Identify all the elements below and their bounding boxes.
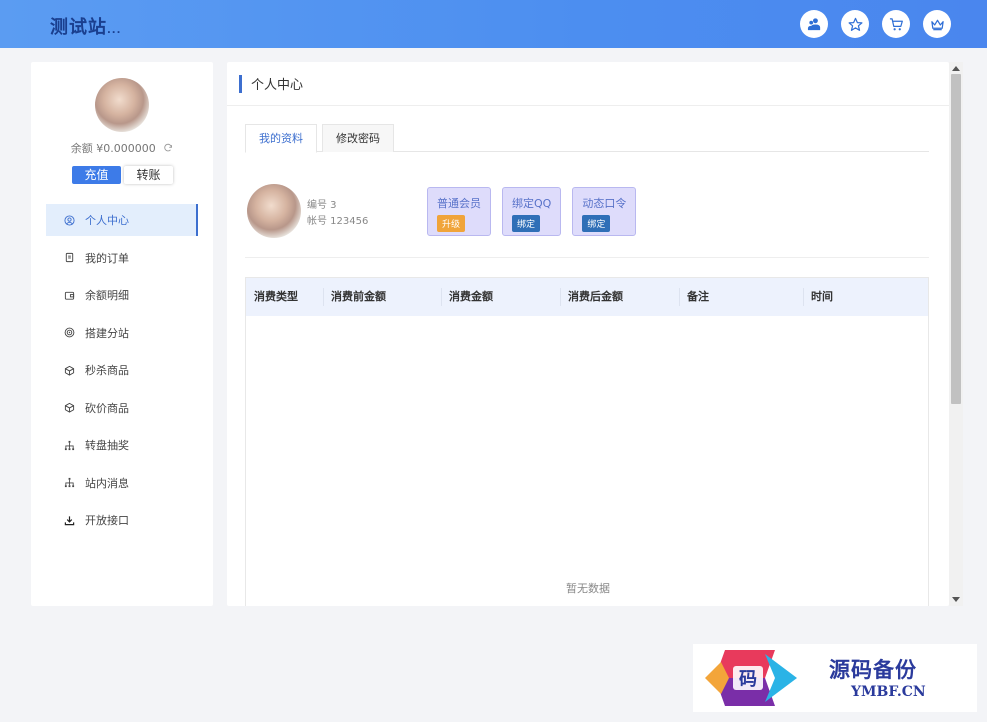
watermark: 码 源码备份 YMBF.CN xyxy=(693,644,977,712)
profile-summary: 编号 3 帐号 123456 普通会员 升级 绑定QQ 绑定 动态口令 绑定 xyxy=(245,184,929,258)
download-icon xyxy=(64,515,75,525)
scroll-up-arrow-icon[interactable] xyxy=(952,66,960,71)
top-icons xyxy=(800,10,951,38)
wallet-icon xyxy=(64,291,75,300)
sidebar-item-label: 搭建分站 xyxy=(85,326,129,340)
page-title: 个人中心 xyxy=(251,78,304,93)
watermark-domain: YMBF.CN xyxy=(851,684,926,700)
page-scrollbar[interactable] xyxy=(949,62,963,606)
bind-qq-card: 绑定QQ 绑定 xyxy=(502,187,562,236)
sidebar-item-bargain[interactable]: 砍价商品 xyxy=(46,392,198,424)
sidebar-item-label: 砍价商品 xyxy=(85,401,129,415)
user-circle-icon xyxy=(64,214,75,226)
profile-info: 编号 3 帐号 123456 xyxy=(307,198,368,230)
sidebar-item-label: 余额明细 xyxy=(85,289,129,302)
sidebar-item-build-substation[interactable]: 搭建分站 xyxy=(46,317,198,349)
tab-my-profile[interactable]: 我的资料 xyxy=(245,124,317,153)
column-header[interactable]: 消费前金额 xyxy=(323,278,441,316)
box-icon xyxy=(64,402,75,413)
column-header[interactable]: 消费类型 xyxy=(246,278,323,316)
account-actions: 充值 转账 xyxy=(72,166,173,184)
title-accent-bar xyxy=(239,74,242,93)
sidebar-item-lottery[interactable]: 转盘抽奖 xyxy=(46,429,198,461)
brand-name: 测试站 xyxy=(50,17,107,38)
membership-card: 普通会员 升级 xyxy=(427,187,491,236)
column-header[interactable]: 消费后金额 xyxy=(560,278,679,316)
watermark-logo-char: 码 xyxy=(739,669,757,690)
sidebar-item-balance-detail[interactable]: 余额明细 xyxy=(46,279,198,311)
receipt-icon xyxy=(65,252,74,263)
upgrade-button[interactable]: 升级 xyxy=(437,215,466,232)
sidebar-item-label: 站内消息 xyxy=(85,476,129,490)
consumption-table: 消费类型 消费前金额 消费金额 消费后金额 备注 时间 暂无数据 xyxy=(245,277,929,606)
sidebar-item-label: 秒杀商品 xyxy=(85,364,129,377)
sidebar-item-personal-center[interactable]: 个人中心 xyxy=(46,204,198,236)
profile-avatar xyxy=(247,184,301,238)
cart-icon[interactable] xyxy=(882,10,910,38)
column-header[interactable]: 时间 xyxy=(803,278,928,316)
main-panel: 个人中心 我的资料 修改密码 编号 3 帐号 123456 普通会员 升级 绑定… xyxy=(227,62,949,606)
empty-state: 暂无数据 xyxy=(566,582,610,595)
box-icon xyxy=(64,365,75,376)
sidebar-item-label: 个人中心 xyxy=(85,214,129,227)
scroll-down-arrow-icon[interactable] xyxy=(952,597,960,602)
transfer-button[interactable]: 转账 xyxy=(124,166,173,184)
sidebar-menu: 个人中心 我的订单 余额明细 搭建分站 秒杀商品 砍价商品 转盘抽奖 站内消息 xyxy=(46,204,198,542)
balance-line: 余额 ¥0.000000 xyxy=(31,140,213,156)
sidebar-item-my-orders[interactable]: 我的订单 xyxy=(46,242,198,274)
avatar[interactable] xyxy=(95,78,149,132)
network-icon xyxy=(64,327,75,338)
sidebar-item-flash-sale[interactable]: 秒杀商品 xyxy=(46,354,198,386)
tab-bar: 我的资料 修改密码 xyxy=(245,124,929,153)
bind-qq-button[interactable]: 绑定 xyxy=(512,215,541,232)
sidebar-item-label: 我的订单 xyxy=(85,251,129,265)
column-header[interactable]: 备注 xyxy=(679,278,803,316)
sidebar: 余额 ¥0.000000 充值 转账 个人中心 我的订单 余额明细 搭建分站 秒… xyxy=(31,62,213,606)
card-title: 动态口令 xyxy=(582,197,627,210)
site-brand[interactable]: 测试站... xyxy=(50,13,121,39)
scrollbar-thumb[interactable] xyxy=(951,74,961,404)
card-title: 普通会员 xyxy=(437,197,481,210)
sidebar-item-label: 转盘抽奖 xyxy=(85,439,129,452)
recharge-button[interactable]: 充值 xyxy=(72,166,121,184)
crown-icon[interactable] xyxy=(923,10,951,38)
sidebar-item-messages[interactable]: 站内消息 xyxy=(46,467,198,499)
star-icon[interactable] xyxy=(841,10,869,38)
profile-cards: 普通会员 升级 绑定QQ 绑定 动态口令 绑定 xyxy=(427,187,637,236)
sidebar-item-label: 开放接口 xyxy=(85,514,129,527)
column-header[interactable]: 消费金额 xyxy=(441,278,560,316)
balance-text: 余额 ¥0.000000 xyxy=(70,142,156,155)
users-icon[interactable] xyxy=(800,10,828,38)
sitemap-icon xyxy=(64,440,75,450)
tab-change-password[interactable]: 修改密码 xyxy=(322,124,394,152)
panel-header: 个人中心 xyxy=(227,62,949,106)
sidebar-item-open-api[interactable]: 开放接口 xyxy=(46,504,198,536)
brand-suffix: ... xyxy=(107,25,122,36)
card-title: 绑定QQ xyxy=(512,197,552,210)
user-account: 帐号 123456 xyxy=(307,216,369,227)
top-bar: 测试站... xyxy=(0,0,987,48)
watermark-logo-icon: 码 xyxy=(705,650,797,706)
refresh-icon[interactable] xyxy=(163,142,173,155)
dynamic-token-card: 动态口令 绑定 xyxy=(572,187,637,236)
watermark-title: 源码备份 xyxy=(829,657,917,682)
table-header: 消费类型 消费前金额 消费金额 消费后金额 备注 时间 xyxy=(246,278,928,316)
user-id: 编号 3 xyxy=(307,200,337,211)
bind-token-button[interactable]: 绑定 xyxy=(582,215,611,232)
sitemap-icon xyxy=(64,477,75,488)
